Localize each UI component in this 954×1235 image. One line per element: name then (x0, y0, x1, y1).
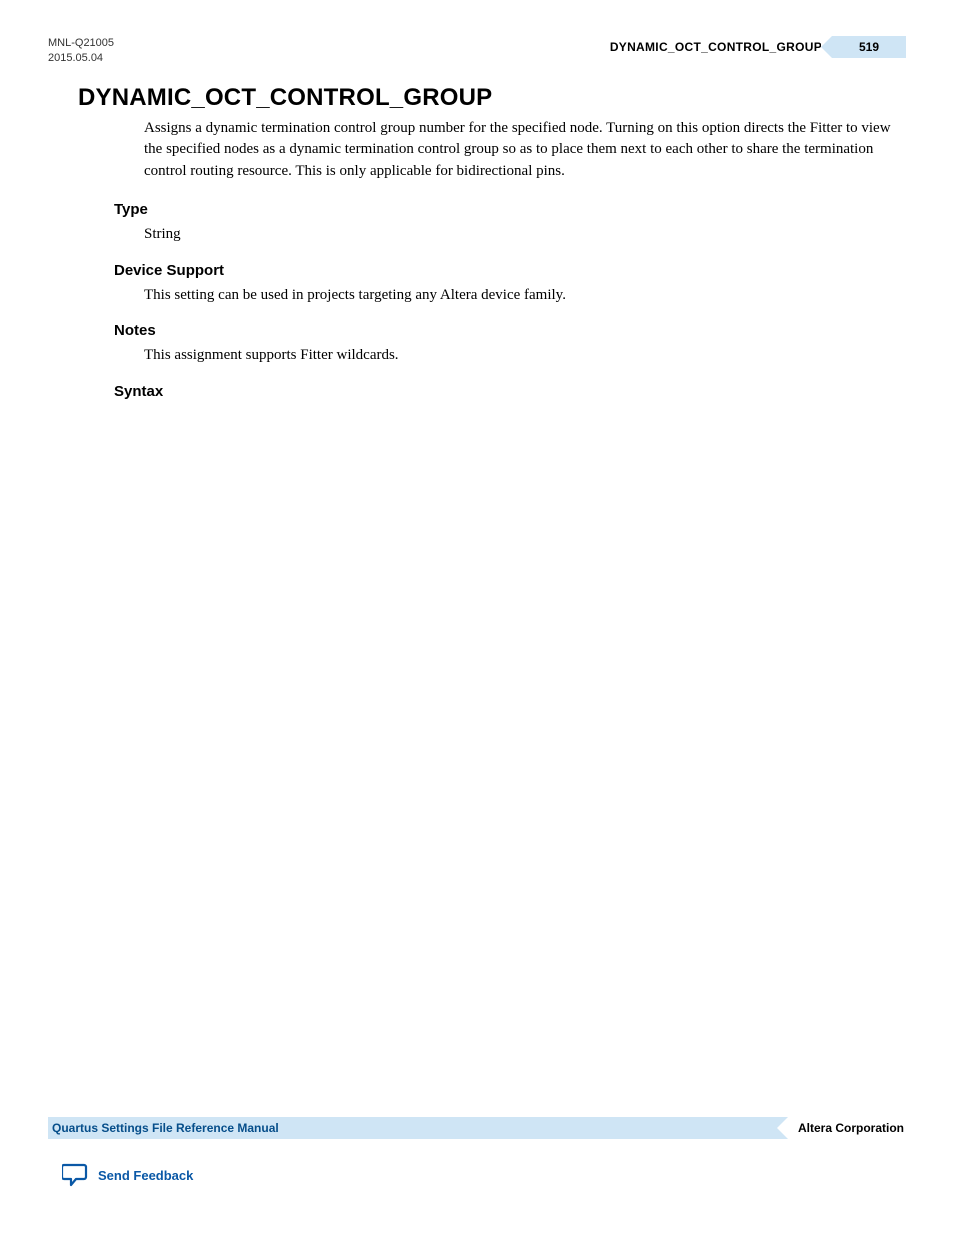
intro-paragraph: Assigns a dynamic termination control gr… (144, 118, 906, 183)
doc-id: MNL-Q21005 (48, 36, 114, 51)
page-number-badge: 519 (832, 36, 906, 58)
send-feedback-link[interactable]: Send Feedback (98, 1168, 193, 1183)
doc-meta: MNL-Q21005 2015.05.04 (48, 36, 114, 66)
feedback-row: Send Feedback (62, 1163, 906, 1187)
header-right: DYNAMIC_OCT_CONTROL_GROUP 519 (610, 36, 906, 58)
page-footer: Quartus Settings File Reference Manual A… (48, 1117, 906, 1187)
section-heading-notes: Notes (114, 322, 906, 339)
page-header: MNL-Q21005 2015.05.04 DYNAMIC_OCT_CONTRO… (48, 36, 906, 66)
section-body-device-support: This setting can be used in projects tar… (144, 285, 906, 307)
section-heading-syntax: Syntax (114, 383, 906, 400)
content-body: Assigns a dynamic termination control gr… (144, 118, 906, 401)
section-heading-type: Type (114, 201, 906, 218)
section-body-type: String (144, 224, 906, 246)
section-heading-device-support: Device Support (114, 262, 906, 279)
doc-date: 2015.05.04 (48, 51, 114, 66)
section-body-notes: This assignment supports Fitter wildcard… (144, 345, 906, 367)
footer-bar: Quartus Settings File Reference Manual A… (48, 1117, 906, 1139)
company-name: Altera Corporation (788, 1117, 906, 1139)
breadcrumb: DYNAMIC_OCT_CONTROL_GROUP (610, 40, 822, 54)
feedback-icon (62, 1163, 88, 1187)
page-number: 519 (832, 36, 906, 58)
page-title: DYNAMIC_OCT_CONTROL_GROUP (78, 84, 906, 112)
manual-title-link[interactable]: Quartus Settings File Reference Manual (48, 1121, 279, 1135)
